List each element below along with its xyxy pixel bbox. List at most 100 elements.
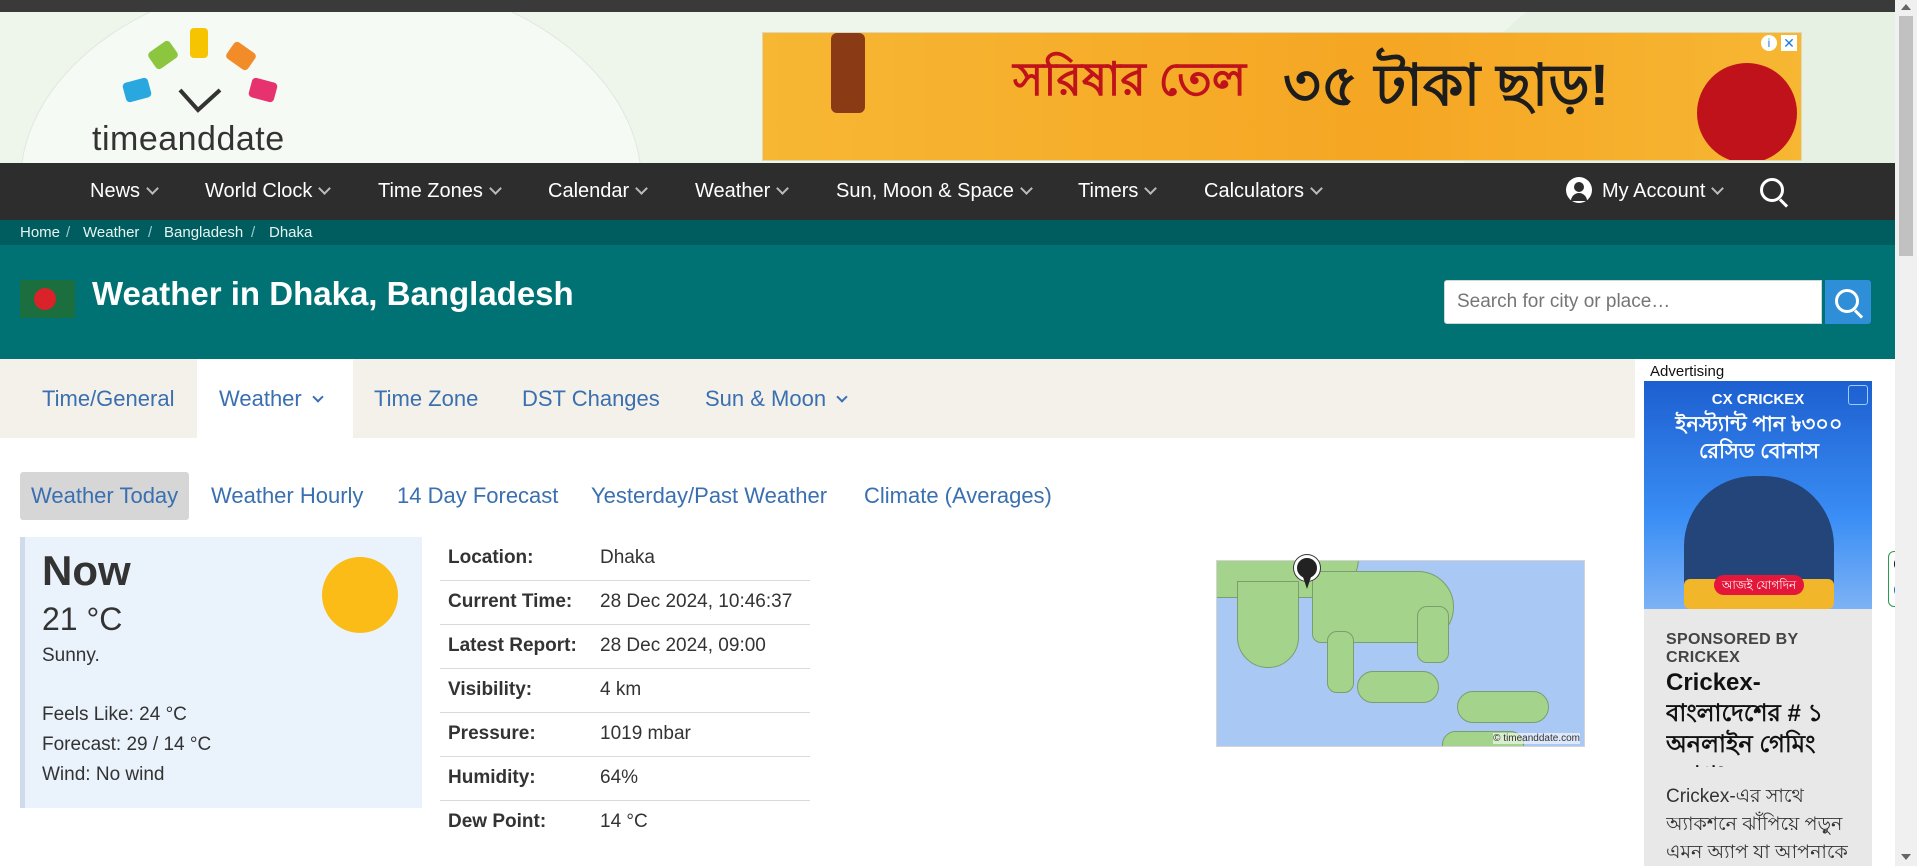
chevron-down-icon [1020,182,1033,195]
now-title: Now [42,547,131,594]
search-icon [1835,289,1859,313]
page-banner: Weather in Dhaka, Bangladesh [0,245,1895,359]
fact-value: 28 Dec 2024, 10:46:37 [600,591,793,612]
logo-check-icon [178,88,222,113]
ad-text-offer: ৩৫ টাকা ছাড়! [1283,53,1610,118]
chevron-down-icon [836,391,848,403]
fact-label: Visibility: [448,679,533,700]
subtab-14-day-forecast[interactable]: 14 Day Forecast [397,472,558,520]
map-land [1417,606,1449,663]
map-land [1237,581,1299,668]
table-row: Pressure: 1019 mbar [440,713,810,757]
breadcrumb-weather[interactable]: Weather [83,220,139,245]
subtab-past-weather[interactable]: Yesterday/Past Weather [591,472,827,520]
map-land [1357,671,1439,703]
ad-cta-button[interactable]: আজই যোগদিন [1714,575,1804,595]
nav-item-time-zones[interactable]: Time Zones [378,163,502,220]
nav-item-calculators[interactable]: Calculators [1204,163,1323,220]
fact-label: Location: [448,547,534,568]
table-row: Location: Dhaka [440,537,810,581]
ad-info-icon[interactable]: i [1761,35,1777,51]
location-map[interactable]: © timeanddate.com [1216,560,1585,747]
page-scrollbar[interactable] [1895,0,1917,866]
fact-value: 1019 mbar [600,723,691,744]
top-advertisement[interactable]: সরিষার তেল ৩৫ টাকা ছাড়! i ✕ [762,32,1802,161]
chevron-down-icon [318,182,332,195]
table-row: Humidity: 64% [440,757,810,801]
breadcrumb-separator: / [66,224,71,241]
tab-time-zone[interactable]: Time Zone [374,359,478,438]
fact-label: Dew Point: [448,811,547,832]
forecast-range: Forecast: 29 / 14 °C [42,734,212,755]
subtab-weather-hourly[interactable]: Weather Hourly [211,472,363,520]
tab-sun-moon[interactable]: Sun & Moon [705,359,848,438]
subtab-climate[interactable]: Climate (Averages) [864,472,1052,520]
current-temperature: 21 °C [42,601,123,637]
sun-icon [322,557,398,633]
chevron-down-icon [1144,182,1158,195]
ad-headline: ইনস্ট্যান্ট পান ৳৩০০ রেসিড বোনাস [1675,413,1843,463]
tab-weather[interactable]: Weather [197,359,353,438]
chevron-down-icon [146,182,159,195]
advertising-label: Advertising [1650,363,1725,380]
breadcrumb: Home / Weather / Bangladesh / Dhaka [0,220,1895,245]
ad-banner-image[interactable]: CX CRICKEX ইনস্ট্যান্ট পান ৳৩০০ রেসিড বো… [1644,381,1872,609]
page-title: Weather in Dhaka, Bangladesh [92,275,574,312]
table-row: Dew Point: 14 °C [440,801,810,844]
fact-value: Dhaka [600,547,655,568]
logo-block-blue [121,76,153,104]
side-advertisement[interactable]: Advertising CX CRICKEX ইনস্ট্যান্ট পান ৳… [1636,359,1874,866]
chevron-down-icon [1711,182,1725,195]
account-icon [1566,176,1592,203]
nav-item-world-clock[interactable]: World Clock [205,163,332,220]
logo-block-orange [224,40,258,72]
map-land [1457,691,1549,723]
logo-block-green [146,39,180,71]
sponsored-label: SPONSORED BY CRICKEX [1666,631,1799,666]
sponsored-block[interactable]: SPONSORED BY CRICKEX Crickex- বাংলাদেশের… [1644,609,1872,866]
fact-label: Latest Report: [448,635,577,656]
sponsored-body: Crickex-এর সাথে অ্যাকশনে ঝাঁপিয়ে পড়ুন … [1666,786,1848,863]
fact-label: Humidity: [448,767,536,788]
fact-value: 14 °C [600,811,648,832]
feels-like: Feels Like: 24 °C [42,704,187,725]
breadcrumb-bangladesh[interactable]: Bangladesh [164,220,243,245]
nav-item-timers[interactable]: Timers [1078,163,1158,220]
chevron-down-icon [1310,182,1323,195]
city-search-input[interactable] [1444,280,1822,324]
tab-time-general[interactable]: Time/General [42,359,174,438]
wind-info: Wind: No wind [42,764,165,785]
tab-dst-changes[interactable]: DST Changes [522,359,660,438]
ad-close-icon[interactable]: ✕ [1781,35,1797,51]
ad-package-image [1697,63,1797,160]
search-button[interactable] [1825,280,1871,324]
chevron-down-icon [635,182,649,195]
weather-condition: Sunny. [42,645,100,666]
fact-label: Pressure: [448,723,536,744]
fact-value: 28 Dec 2024, 09:00 [600,635,766,656]
breadcrumb-home[interactable]: Home [20,220,60,245]
scrollbar-thumb[interactable] [1899,16,1913,256]
ad-text-brand: সরিষার তেল [1013,53,1247,105]
chevron-down-icon [776,182,790,195]
table-row: Visibility: 4 km [440,669,810,713]
logo[interactable]: timeanddate [90,20,330,160]
nav-item-news[interactable]: News [90,163,159,220]
breadcrumb-dhaka[interactable]: Dhaka [269,220,312,245]
search-icon[interactable] [1760,178,1784,202]
breadcrumb-separator: / [251,224,256,241]
nav-item-weather[interactable]: Weather [695,163,790,220]
bangladesh-flag-icon [20,280,75,318]
ad-info-icon[interactable] [1848,385,1868,405]
map-land [1327,631,1354,693]
nav-item-calendar[interactable]: Calendar [548,163,649,220]
nav-my-account[interactable]: My Account [1566,163,1725,220]
scroll-up-icon[interactable] [1901,4,1911,10]
section-tabs: Time/General Weather Time Zone DST Chang… [0,359,1635,438]
scroll-down-icon[interactable] [1901,854,1911,860]
ad-brand: CX CRICKEX [1711,391,1805,408]
nav-item-sun-moon-space[interactable]: Sun, Moon & Space [836,163,1033,220]
top-strip [0,0,1917,12]
subtab-weather-today[interactable]: Weather Today [20,472,190,520]
chevron-down-icon [312,391,324,403]
